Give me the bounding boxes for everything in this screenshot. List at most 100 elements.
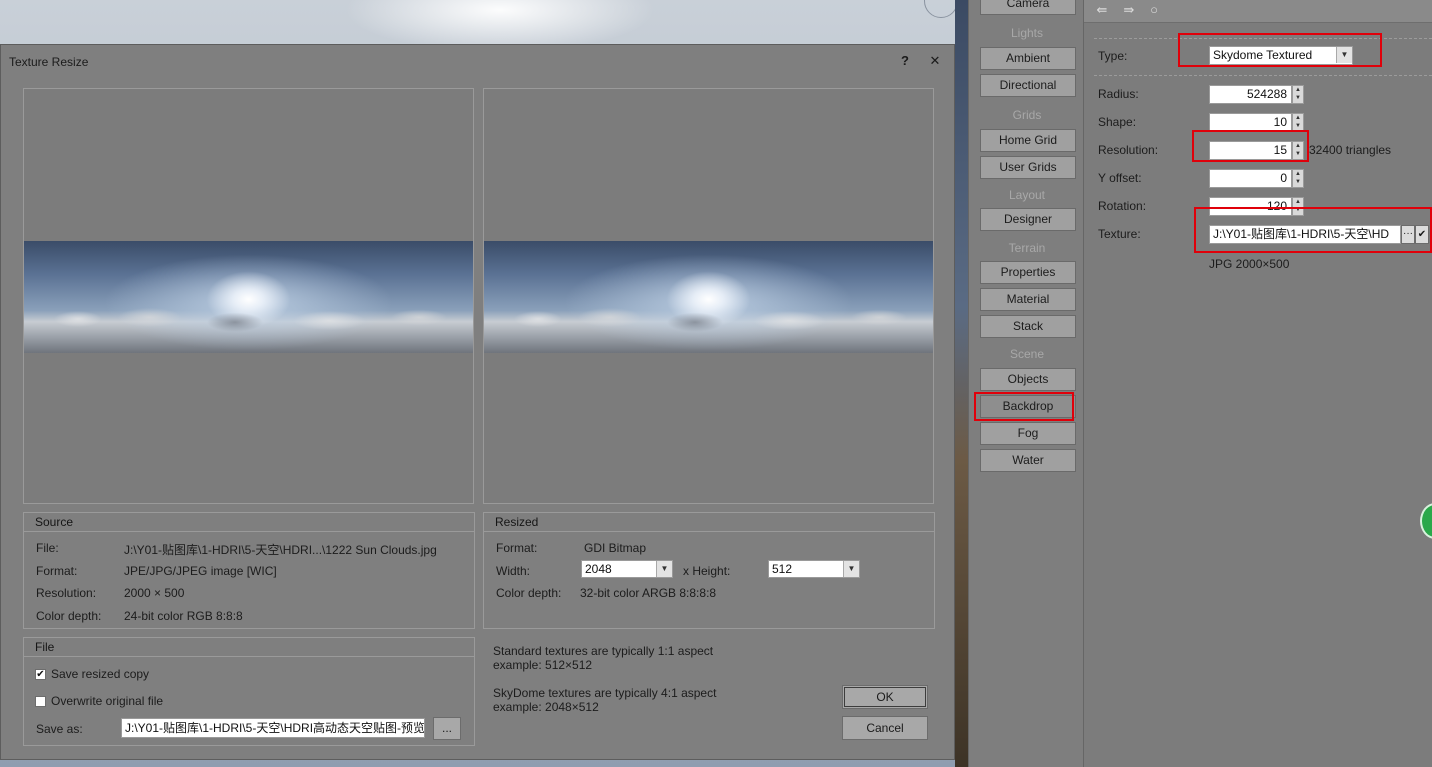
viewport-edge: [955, 0, 968, 767]
shape-spinner[interactable]: ▲ ▼: [1292, 113, 1304, 132]
backdrop-button[interactable]: Backdrop: [980, 395, 1076, 418]
resolution-input[interactable]: 15: [1209, 141, 1292, 160]
yoffset-input[interactable]: 0: [1209, 169, 1292, 188]
source-format-label: Format:: [36, 564, 78, 578]
cancel-button[interactable]: Cancel: [842, 716, 928, 740]
objects-button[interactable]: Objects: [980, 368, 1076, 391]
texture-apply-icon[interactable]: ✔: [1415, 225, 1429, 244]
source-depth-label: Color depth:: [36, 609, 102, 623]
source-resolution-value: 2000 × 500: [124, 586, 185, 600]
divider: [1094, 38, 1432, 39]
type-select[interactable]: Skydome Textured ▼: [1209, 46, 1353, 65]
material-button[interactable]: Material: [980, 288, 1076, 311]
grids-section: Grids: [1012, 108, 1042, 122]
scene-section: Scene: [1009, 347, 1045, 361]
standard-texture-note: Standard textures are typically 1:1 aspe…: [493, 644, 713, 672]
height-label: x Height:: [683, 564, 731, 578]
backdrop-properties-panel: ⇚ ⇛ ○ Type: Skydome Textured ▼ Radius: 5…: [1084, 0, 1432, 767]
yoffset-label: Y offset:: [1098, 171, 1142, 185]
divider: [1094, 75, 1432, 76]
water-button[interactable]: Water: [980, 449, 1076, 472]
height-select-value: 512: [772, 562, 793, 576]
help-icon[interactable]: ?: [897, 53, 913, 69]
file-group: File ✔ Save resized copy Overwrite origi…: [23, 637, 475, 746]
radius-spinner[interactable]: ▲ ▼: [1292, 85, 1304, 104]
radius-input[interactable]: 524288: [1209, 85, 1292, 104]
dialog-titlebar[interactable]: Texture Resize ? ✕: [1, 45, 954, 77]
chevron-down-icon[interactable]: ▼: [656, 561, 672, 577]
texture-resize-dialog: Texture Resize ? ✕ Source File: J:\Y01-贴…: [0, 44, 955, 760]
forward-icon[interactable]: ⇛: [1121, 2, 1137, 18]
user-grids-button[interactable]: User Grids: [980, 156, 1076, 179]
browse-button[interactable]: ...: [433, 717, 461, 740]
source-file-value: J:\Y01-贴图库\1-HDRI\5-天空\HDRI...\1222 Sun …: [124, 543, 437, 557]
source-depth-value: 24-bit color RGB 8:8:8: [124, 609, 243, 623]
stack-button[interactable]: Stack: [980, 315, 1076, 338]
circle-icon[interactable]: ○: [1146, 2, 1162, 18]
source-file-label: File:: [36, 541, 59, 555]
type-select-value: Skydome Textured: [1213, 48, 1313, 62]
type-label: Type:: [1098, 49, 1128, 63]
back-icon[interactable]: ⇚: [1094, 2, 1110, 18]
resized-sky-image: [484, 241, 933, 353]
save-as-label: Save as:: [36, 722, 83, 736]
save-resized-checkbox[interactable]: ✔: [35, 669, 46, 680]
note2-line1: SkyDome textures are typically 4:1 aspec…: [493, 686, 717, 700]
source-resolution-label: Resolution:: [36, 586, 97, 600]
save-resized-label[interactable]: Save resized copy: [51, 667, 149, 681]
orbit-gizmo[interactable]: [924, 0, 958, 18]
texture-browse-button[interactable]: ···: [1401, 225, 1415, 244]
resized-preview: [483, 88, 934, 504]
save-as-input[interactable]: J:\Y01-贴图库\1-HDRI\5-天空\HDRI高动态天空贴图-预览: [121, 718, 425, 738]
source-format-value: JPE/JPG/JPEG image [WIC]: [124, 564, 277, 578]
height-select[interactable]: 512 ▼: [768, 560, 860, 578]
texture-info: JPG 2000×500: [1209, 257, 1290, 271]
triangle-count: 32400 triangles: [1309, 143, 1392, 157]
texture-label: Texture:: [1098, 227, 1141, 241]
texture-path-input[interactable]: J:\Y01-贴图库\1-HDRI\5-天空\HD: [1209, 225, 1401, 244]
overwrite-checkbox[interactable]: [35, 696, 46, 707]
note1-line1: Standard textures are typically 1:1 aspe…: [493, 644, 714, 658]
shape-label: Shape:: [1098, 115, 1137, 129]
note2-line2: example: 2048×512: [493, 700, 599, 714]
workshop-panel: Camera Lights Ambient Directional Grids …: [968, 0, 1084, 767]
note1-line2: example: 512×512: [493, 658, 593, 672]
dialog-title: Texture Resize: [9, 55, 89, 69]
source-header: Source: [24, 513, 474, 532]
source-sky-image: [24, 241, 473, 353]
file-header: File: [24, 638, 474, 657]
designer-button[interactable]: Designer: [980, 208, 1076, 231]
resized-format-value: GDI Bitmap: [584, 541, 647, 555]
ambient-button[interactable]: Ambient: [980, 47, 1076, 70]
skydome-texture-note: SkyDome textures are typically 4:1 aspec…: [493, 686, 716, 714]
camera-button[interactable]: Camera: [980, 0, 1076, 15]
yoffset-spinner[interactable]: ▲ ▼: [1292, 169, 1304, 188]
properties-toolbar: ⇚ ⇛ ○: [1084, 0, 1432, 23]
radius-label: Radius:: [1098, 87, 1139, 101]
source-group: Source File: J:\Y01-贴图库\1-HDRI\5-天空\HDRI…: [23, 512, 475, 629]
overwrite-label[interactable]: Overwrite original file: [51, 694, 163, 708]
width-label: Width:: [496, 564, 531, 578]
properties-button[interactable]: Properties: [980, 261, 1076, 284]
width-select[interactable]: 2048 ▼: [581, 560, 673, 578]
lights-section: Lights: [1010, 26, 1044, 40]
home-grid-button[interactable]: Home Grid: [980, 129, 1076, 152]
resized-header: Resized: [484, 513, 934, 532]
shape-input[interactable]: 10: [1209, 113, 1292, 132]
directional-button[interactable]: Directional: [980, 74, 1076, 97]
rotation-input[interactable]: 120: [1209, 197, 1292, 216]
close-icon[interactable]: ✕: [927, 53, 943, 69]
resolution-spinner[interactable]: ▲ ▼: [1292, 141, 1304, 160]
chevron-down-icon[interactable]: ▼: [843, 561, 859, 577]
width-select-value: 2048: [585, 562, 612, 576]
layout-section: Layout: [1008, 188, 1046, 202]
source-preview: [23, 88, 474, 504]
terrain-section: Terrain: [1008, 241, 1046, 255]
resolution-label: Resolution:: [1098, 143, 1159, 157]
rotation-spinner[interactable]: ▲ ▼: [1292, 197, 1304, 216]
ok-button[interactable]: OK: [842, 685, 928, 709]
chevron-down-icon[interactable]: ▼: [1336, 47, 1352, 63]
rotation-label: Rotation:: [1098, 199, 1147, 213]
fog-button[interactable]: Fog: [980, 422, 1076, 445]
resized-group: Resized Format: GDI Bitmap Width: 2048 ▼…: [483, 512, 935, 629]
